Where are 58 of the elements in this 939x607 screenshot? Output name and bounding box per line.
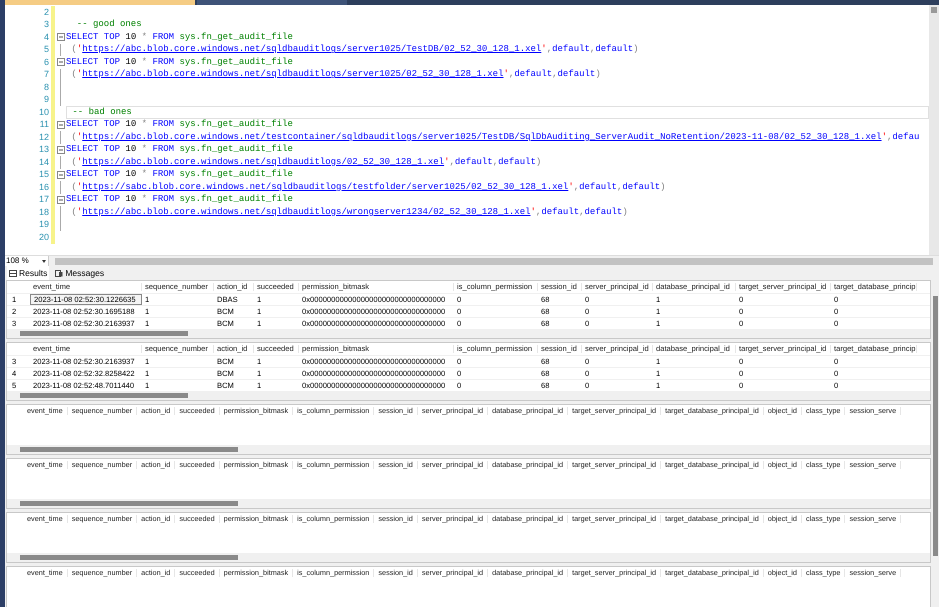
horizontal-scrollbar[interactable] [20, 447, 238, 452]
line-number: 14 [38, 158, 50, 167]
document-tab[interactable] [197, 0, 347, 5]
horizontal-scrollbar[interactable] [55, 258, 933, 264]
collapse-icon[interactable] [56, 196, 64, 204]
code-line: SELECT TOP 10 * FROM sys.fn_get_audit_file [66, 58, 293, 67]
line-number: 5 [42, 45, 50, 54]
document-tab[interactable] [5, 0, 195, 5]
results-tab[interactable]: Messages [53, 266, 106, 280]
line-number: 3 [42, 20, 50, 30]
code-line: ('https://abc.blob.core.windows.net/testcontainer/sqldbauditlogs/server1025/TestDB/SqlDbAuditing_ServerAudit_NoRetention/2023-11-08/02_52_30_128_1.xel',defau [70, 132, 920, 142]
code-line: ('https://sabc.blob.core.windows.net/sqldbauditlogs/testfolder/server1025/02_52_30_128_1.xel',default,default) [70, 182, 666, 192]
code-line: -- bad ones [71, 108, 132, 117]
vertical-scrollbar[interactable] [929, 5, 939, 255]
line-number: 8 [42, 82, 50, 92]
code-line: ('https://abc.blob.core.windows.net/sqldbauditlogs/server1025/02_52_30_128_1.xel',default,default) [70, 70, 601, 80]
line-number: 16 [38, 182, 50, 192]
collapse-icon[interactable] [56, 120, 64, 129]
code-line: ('https://abc.blob.core.windows.net/sqldbauditlogs/02_52_30_128_1.xel',default,default) [70, 158, 542, 167]
line-number: 20 [38, 232, 50, 242]
line-number: 9 [42, 95, 50, 104]
message-icon [55, 270, 64, 276]
collapse-icon[interactable] [56, 33, 64, 42]
code-line: SELECT TOP 10 * FROM sys.fn_get_audit_file [66, 120, 293, 130]
fold-line [60, 181, 61, 194]
collapse-icon[interactable] [56, 170, 64, 179]
horizontal-scrollbar[interactable] [20, 393, 188, 398]
line-number: 11 [38, 120, 50, 130]
line-number: 12 [38, 132, 50, 142]
fold-line [60, 131, 61, 144]
code-line: SELECT TOP 10 * FROM sys.fn_get_audit_file [66, 195, 293, 204]
line-number: 10 [38, 108, 50, 117]
horizontal-scrollbar[interactable] [20, 555, 238, 560]
line-number: 2 [42, 8, 50, 17]
collapse-icon[interactable] [56, 146, 64, 154]
zoom-dropdown[interactable]: 108 % [5, 256, 49, 266]
fold-line [60, 44, 61, 56]
line-number: 15 [38, 170, 50, 180]
fold-line [60, 156, 61, 168]
code-line: SELECT TOP 10 * FROM sys.fn_get_audit_file [66, 170, 293, 180]
line-number: 13 [38, 145, 50, 154]
line-number: 7 [42, 70, 50, 80]
code-line: -- good ones [76, 20, 142, 30]
line-number: 18 [38, 208, 50, 217]
grid-icon [9, 270, 17, 276]
code-line: ('https://abc.blob.core.windows.net/sqldbauditlogs/server1025/TestDB/02_52_30_128_1.xel',default,default) [70, 45, 639, 54]
line-number: 4 [42, 32, 50, 42]
horizontal-scrollbar[interactable] [20, 331, 188, 336]
results-tab[interactable]: Results [7, 266, 50, 280]
caret-icon [42, 260, 46, 262]
line-number: 17 [38, 195, 50, 204]
line-number: 6 [42, 58, 50, 67]
code-line: SELECT TOP 10 * FROM sys.fn_get_audit_file [66, 145, 293, 154]
collapse-icon[interactable] [56, 58, 64, 66]
line-number: 19 [38, 220, 50, 230]
code-line: SELECT TOP 10 * FROM sys.fn_get_audit_file [66, 32, 293, 42]
horizontal-scrollbar[interactable] [20, 501, 238, 506]
code-line: ('https://abc.blob.core.windows.net/sqldbauditlogs/wrongserver1234/02_52_30_128_1.xel',default,default) [70, 208, 628, 217]
